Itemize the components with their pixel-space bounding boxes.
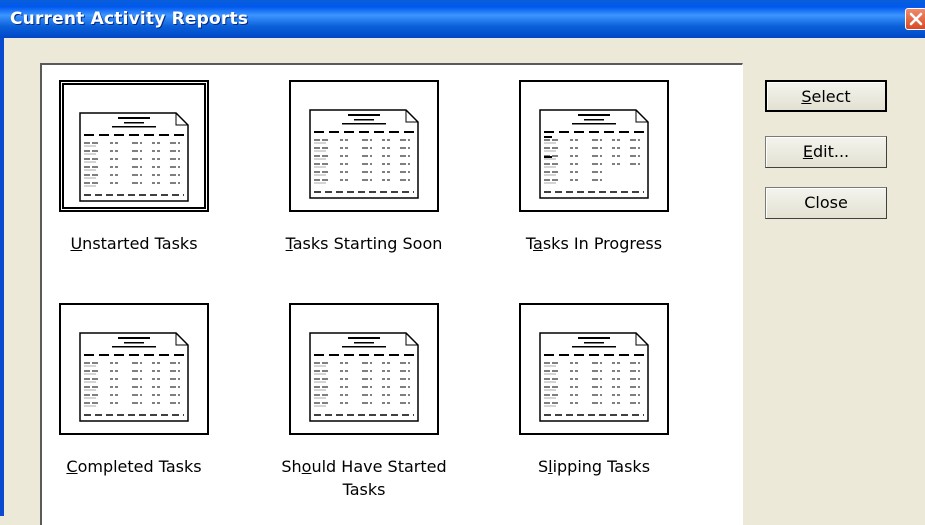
report-page-icon <box>309 109 419 199</box>
report-item-tasks-starting-soon[interactable]: Tasks Starting Soon <box>286 80 529 290</box>
report-page-icon <box>79 112 189 202</box>
close-button[interactable]: Close <box>765 187 887 219</box>
report-page-icon <box>539 109 649 199</box>
edit-button[interactable]: Edit... <box>765 136 887 168</box>
report-label: Slipping Tasks <box>537 457 651 476</box>
report-label: Should Have Started Tasks <box>281 457 447 499</box>
report-thumbnail[interactable] <box>289 303 439 435</box>
close-icon[interactable] <box>905 8 925 30</box>
report-page-icon <box>79 332 189 422</box>
report-thumbnail[interactable] <box>519 303 669 435</box>
report-label: Tasks Starting Soon <box>285 234 443 253</box>
report-label: Unstarted Tasks <box>70 234 198 253</box>
report-page-icon <box>539 332 649 422</box>
select-button[interactable]: Select <box>765 80 887 112</box>
report-thumbnail[interactable] <box>289 80 439 212</box>
report-item-slipping-tasks[interactable]: Slipping Tasks <box>519 303 759 513</box>
report-label: Completed Tasks <box>66 457 202 476</box>
report-list[interactable]: Unstarted Tasks Tasks Starting Soon Task… <box>40 63 743 525</box>
report-page-icon <box>309 332 419 422</box>
report-item-tasks-in-progress[interactable]: Tasks In Progress <box>519 80 759 290</box>
report-label: Tasks In Progress <box>525 234 663 253</box>
report-thumbnail[interactable] <box>519 80 669 212</box>
report-thumbnail[interactable] <box>59 80 209 212</box>
report-item-should-have-started-tasks[interactable]: Should Have Started Tasks <box>281 303 529 513</box>
window-title: Current Activity Reports <box>10 9 249 29</box>
window-frame <box>0 38 4 516</box>
report-item-unstarted-tasks[interactable]: Unstarted Tasks <box>59 80 299 290</box>
report-thumbnail[interactable] <box>59 303 209 435</box>
title-bar[interactable]: Current Activity Reports <box>0 0 925 38</box>
